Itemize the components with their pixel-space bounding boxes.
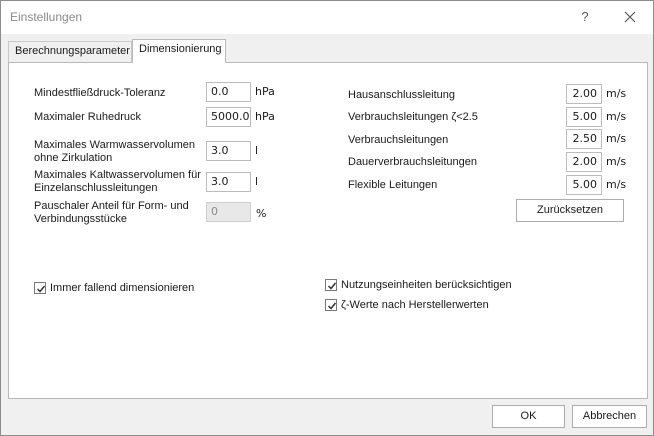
rest-pressure-label: Maximaler Ruhedruck [34, 111, 141, 123]
consumption-lines-label: Verbrauchsleitungen [348, 134, 449, 146]
checkmark-icon [36, 285, 46, 293]
title-bar: Einstellungen ? [1, 1, 653, 34]
tab-panel-dimensionierung: Mindestfließdruck-Toleranz 0.0 hPa Maxim… [8, 62, 648, 399]
usage-units-checkbox-label: Nutzungseinheiten berücksichtigen [341, 279, 512, 291]
warm-volume-input[interactable]: 3.0 [206, 141, 251, 161]
fittings-share-unit: % [256, 207, 267, 220]
checkmark-icon [327, 282, 337, 290]
continuous-consumption-label: Dauerverbrauchsleitungen [348, 156, 478, 168]
consumption-lines-unit: m/s [606, 132, 627, 145]
continuous-consumption-input[interactable]: 2.00 [566, 152, 602, 172]
zeta-values-checkbox[interactable] [325, 299, 337, 311]
ok-button[interactable]: OK [492, 405, 565, 428]
falling-checkbox[interactable] [34, 282, 46, 294]
flexible-lines-unit: m/s [606, 178, 627, 191]
warm-volume-unit: l [255, 144, 259, 157]
falling-checkbox-label: Immer fallend dimensionieren [50, 282, 195, 294]
consumption-lines-input[interactable]: 2.50 [566, 129, 602, 149]
fittings-share-label-line2: Verbindungsstücke [34, 213, 127, 225]
cancel-button[interactable]: Abbrechen [572, 405, 647, 428]
fittings-share-input: 0 [206, 202, 251, 222]
cold-volume-input[interactable]: 3.0 [206, 172, 251, 192]
settings-dialog: Einstellungen ? Berechnungsparameter Dim… [0, 0, 654, 436]
rest-pressure-input[interactable]: 5000.0 [206, 107, 251, 127]
fittings-share-label-line1: Pauschaler Anteil für Form- und [34, 200, 189, 212]
consumption-lines-zeta-input[interactable]: 5.00 [566, 107, 602, 127]
house-connection-unit: m/s [606, 87, 627, 100]
warm-volume-label-line2: ohne Zirkulation [34, 152, 113, 164]
consumption-lines-zeta-unit: m/s [606, 110, 627, 123]
help-button[interactable]: ? [568, 4, 602, 30]
close-button[interactable] [613, 4, 647, 30]
warm-volume-label-line1: Maximales Warmwasservolumen [34, 139, 195, 151]
rest-pressure-unit: hPa [255, 110, 275, 123]
cold-volume-label-line2: Einzelanschlussleitungen [34, 182, 158, 194]
zeta-values-checkbox-label: ζ-Werte nach Herstellerwerten [341, 299, 489, 311]
continuous-consumption-unit: m/s [606, 155, 627, 168]
cold-volume-unit: l [255, 175, 259, 188]
tab-dimensionierung[interactable]: Dimensionierung [132, 39, 226, 63]
min-pressure-label: Mindestfließdruck-Toleranz [34, 87, 166, 99]
flexible-lines-label: Flexible Leitungen [348, 179, 438, 191]
cold-volume-label-line1: Maximales Kaltwasservolumen für [34, 169, 201, 181]
flexible-lines-input[interactable]: 5.00 [566, 175, 602, 195]
house-connection-label: Hausanschlussleitung [348, 89, 456, 101]
tab-berechnungsparameter[interactable]: Berechnungsparameter [8, 41, 132, 62]
reset-button[interactable]: Zurücksetzen [516, 199, 624, 222]
min-pressure-input[interactable]: 0.0 [206, 82, 251, 102]
window-title: Einstellungen [10, 10, 83, 24]
min-pressure-unit: hPa [255, 85, 275, 98]
close-icon [624, 11, 636, 23]
consumption-lines-zeta-label: Verbrauchsleitungen ζ<2.5 [348, 111, 478, 123]
usage-units-checkbox[interactable] [325, 279, 337, 291]
checkmark-icon [327, 302, 337, 310]
house-connection-input[interactable]: 2.00 [566, 84, 602, 104]
